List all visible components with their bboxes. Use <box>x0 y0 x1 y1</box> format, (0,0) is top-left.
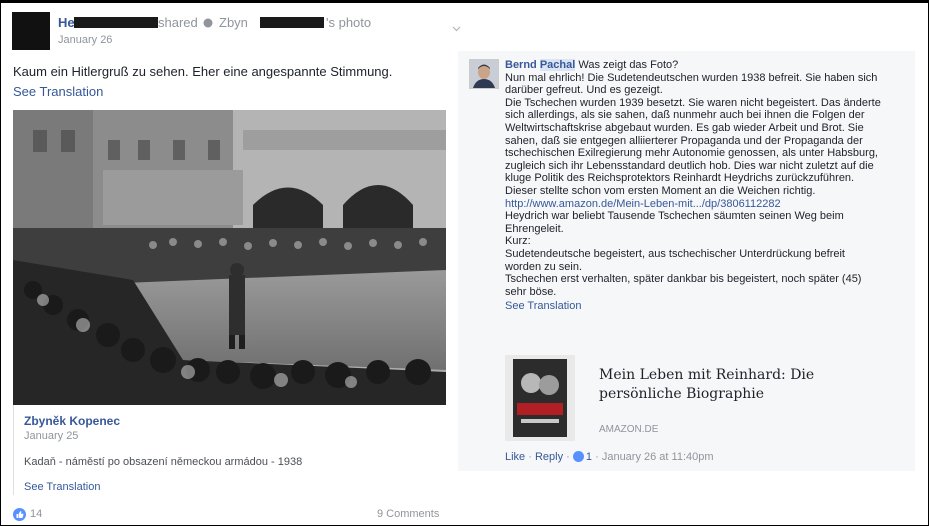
globe-icon <box>203 18 213 28</box>
photo-link[interactable]: 's photo <box>326 15 371 30</box>
avatar[interactable] <box>469 59 499 89</box>
shared-caption: Kadaň - náměstí po obsazení německou arm… <box>24 456 303 468</box>
comment-text-line: Dieser stellte schon vom ersten Moment a… <box>505 184 816 197</box>
redaction-bar <box>74 17 158 28</box>
see-translation-link[interactable]: See Translation <box>13 84 103 99</box>
redaction-bar <box>260 17 324 28</box>
comment-like-count[interactable]: 1 <box>586 451 592 463</box>
divider <box>13 405 14 495</box>
post-text: Kaum ein Hitlergruß zu sehen. Eher eine … <box>13 64 393 79</box>
comment-author-first[interactable]: Bernd <box>505 59 537 71</box>
comment-text-line: darüber gefreut. Und es gezeigt. <box>505 84 663 97</box>
comment-text-line: tschechischen Exilregierung mehr Autonom… <box>505 147 878 160</box>
comment-first-line: Bernd Pachal Was zeigt das Foto? <box>505 59 905 72</box>
separator: · <box>528 451 532 463</box>
comment-text-line: Weltwirtschaftskrise abgebaut wurden. Es… <box>505 121 864 134</box>
reply-button[interactable]: Reply <box>535 451 563 463</box>
shared-photo-info: Zbyněk Kopenec January 25 Kadaň - náměst… <box>13 405 446 495</box>
link-preview-card[interactable]: Mein Leben mit Reinhard: Die persönliche… <box>505 355 905 450</box>
separator: · <box>595 451 599 463</box>
comment-author-last[interactable]: Pachal <box>539 59 576 71</box>
amazon-link[interactable]: http://www.amazon.de/Mein-Leben-mit.../d… <box>505 198 905 211</box>
see-translation-link[interactable]: See Translation <box>505 300 905 313</box>
link-card-title[interactable]: Mein Leben mit Reinhard: Die persönliche… <box>599 366 899 404</box>
post-header: Hei shared Zbyn 's photo January 26 <box>12 12 461 52</box>
comment-body: Bernd Pachal Was zeigt das Foto? Nun mal… <box>505 59 905 313</box>
comment-text-line: Nun mal ehrlich! Die Sudetendeutschen wu… <box>505 71 878 84</box>
shared-text: shared <box>158 15 198 30</box>
shared-label: shared Zbyn <box>158 15 248 30</box>
comment-text-line: worden zu sein. <box>505 260 583 273</box>
avatar[interactable] <box>12 12 50 50</box>
like-icon <box>572 451 584 462</box>
comment-text-line: Was zeigt das Foto? <box>578 59 679 71</box>
comment-text-line: Die Tschechen wurden 1939 besetzt. Sie w… <box>505 96 881 109</box>
comment-actions: Like · Reply · 1 · January 26 at 11:40pm <box>505 451 714 463</box>
separator: · <box>566 451 570 463</box>
link-card-source: AMAZON.DE <box>599 424 659 435</box>
comment-text-line: Ehrengeleit. <box>505 222 564 235</box>
comment-timestamp[interactable]: January 26 at 11:40pm <box>602 451 714 463</box>
shared-from-name[interactable]: Zbyn <box>219 15 248 30</box>
chevron-down-icon[interactable] <box>452 24 461 33</box>
comment-text-line: Heydrich war beliebt Tausende Tschechen … <box>505 210 844 223</box>
comment-text-line: Kurz: <box>505 235 531 248</box>
see-translation-link[interactable]: See Translation <box>24 481 100 493</box>
comment-text-line: Sudetendeutsche begeistert, aus tschechi… <box>505 247 845 260</box>
comment-text-line: sich allerdings, als sie sahen, daß nunm… <box>505 109 865 122</box>
comment-text-line: sahen, daß sie entgegen alliierterer Pro… <box>505 134 863 147</box>
comment-text-line: zugleich sich ihr Lebensstandard deutlic… <box>505 159 874 172</box>
comment-panel: Bernd Pachal Was zeigt das Foto? Nun mal… <box>458 51 915 471</box>
shared-photo[interactable] <box>13 110 446 405</box>
like-count-value: 14 <box>30 508 43 520</box>
like-button[interactable]: Like <box>505 451 525 463</box>
book-cover-thumbnail[interactable] <box>505 355 575 441</box>
like-icon <box>13 508 26 521</box>
historical-photo-image <box>13 110 446 405</box>
shared-date[interactable]: January 25 <box>24 430 78 442</box>
comment-text-line: Tschechen erst verhalten, später dankbar… <box>505 273 862 286</box>
comments-count[interactable]: 9 Comments <box>377 508 439 520</box>
post-date[interactable]: January 26 <box>58 34 112 46</box>
comment-text-line: kluge Politik des Reichsprotektors Reinh… <box>505 172 855 185</box>
comment-text-line: sehr böse. <box>505 285 557 298</box>
shared-author-name[interactable]: Zbyněk Kopenec <box>24 414 120 428</box>
